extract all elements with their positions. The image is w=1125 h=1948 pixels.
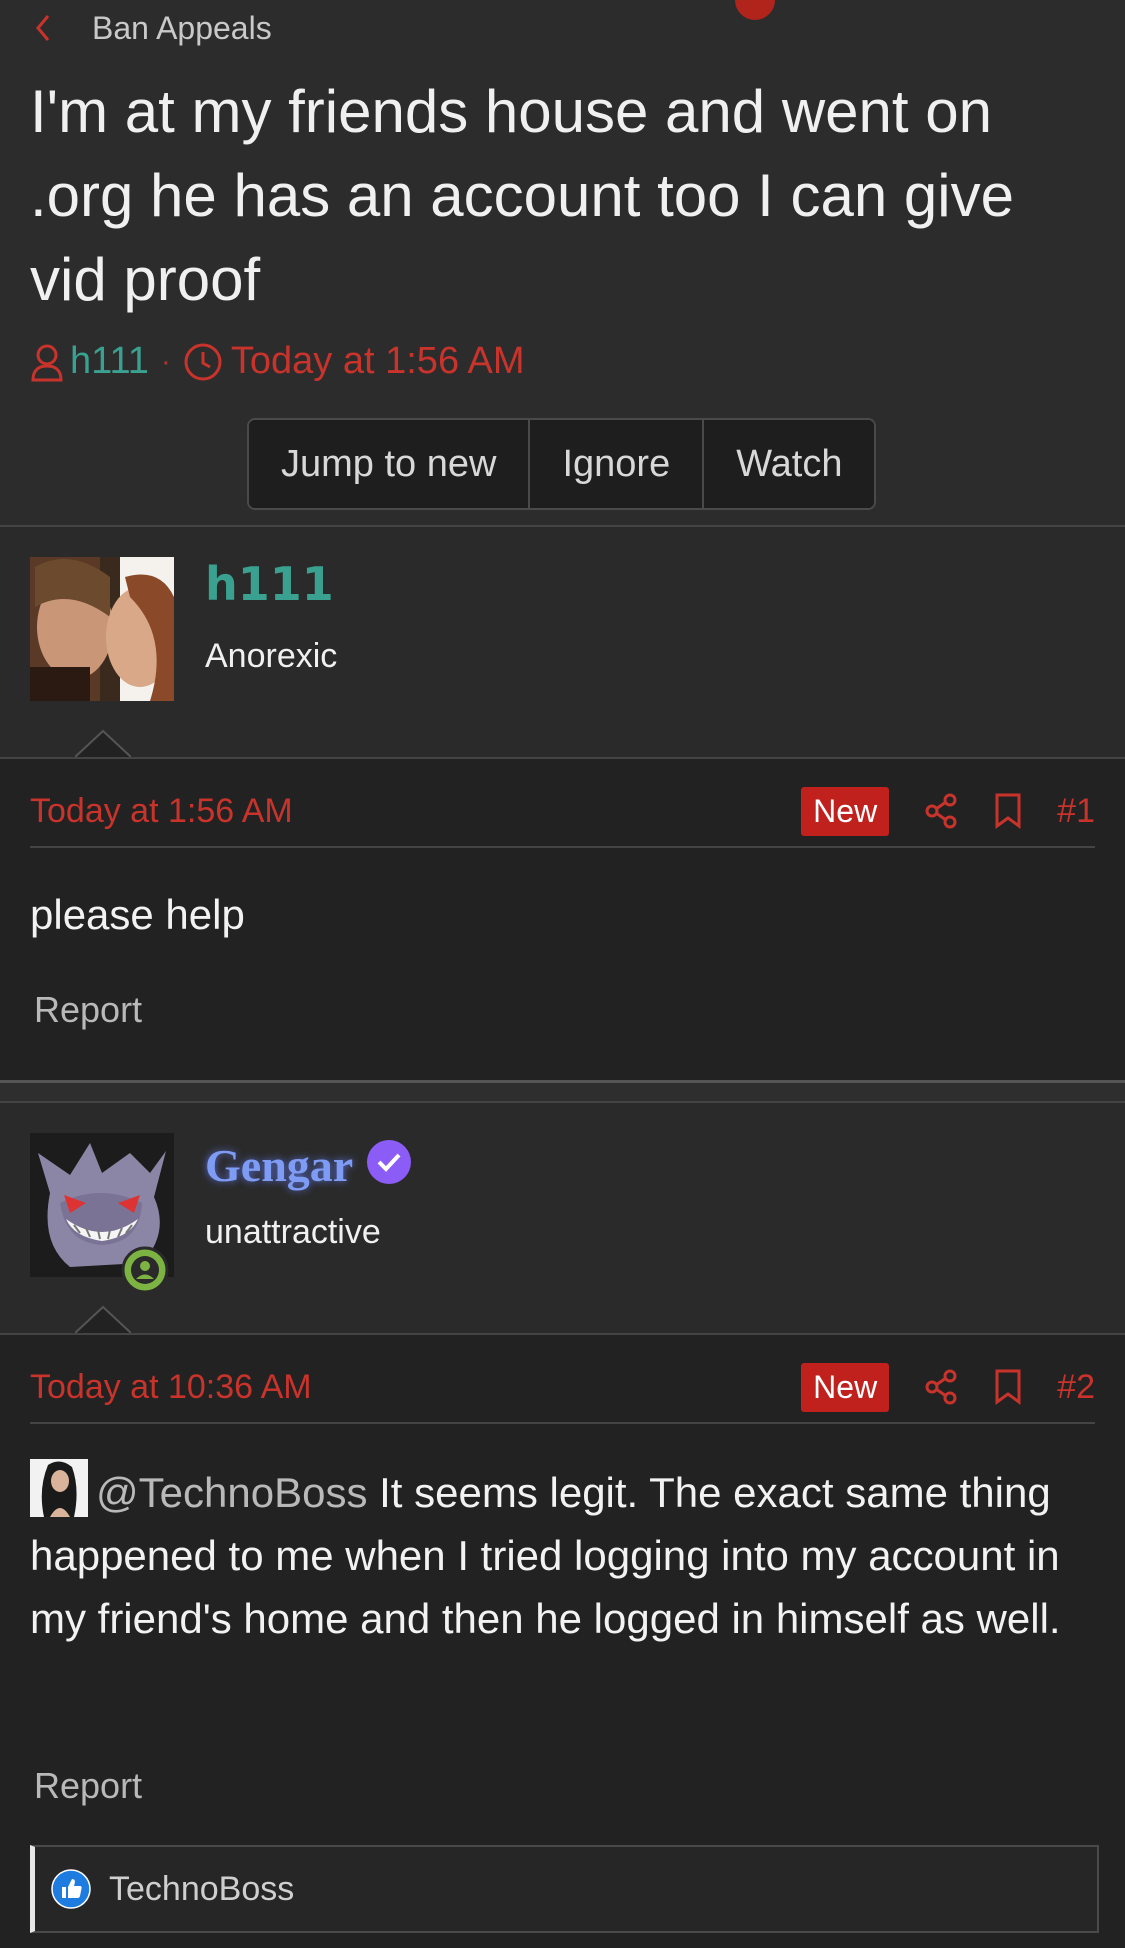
user-icon (31, 344, 63, 381)
username[interactable]: Gengar (205, 1139, 353, 1192)
share-icon[interactable] (923, 1369, 959, 1405)
post-meta: Today at 10:36 AM New #2 (30, 1357, 1095, 1417)
notch (75, 1305, 131, 1333)
bookmark-icon[interactable] (993, 792, 1023, 830)
ignore-button[interactable]: Ignore (530, 420, 705, 508)
meta-separator: · (160, 344, 171, 378)
user-title: unattractive (205, 1213, 381, 1251)
post-gap (0, 1083, 1125, 1101)
post-body: @TechnoBoss It seems legit. The exact sa… (30, 1459, 1100, 1650)
share-icon[interactable] (923, 793, 959, 829)
report-link[interactable]: Report (34, 989, 142, 1031)
post-date[interactable]: Today at 1:56 AM (30, 792, 293, 831)
bookmark-icon[interactable] (993, 1368, 1023, 1406)
new-badge: New (801, 1362, 890, 1412)
jump-to-new-button[interactable]: Jump to new (249, 420, 531, 508)
post-1: Today at 1:56 AM New #1 please help Repo… (0, 759, 1125, 1080)
post-number[interactable]: #1 (1057, 792, 1095, 831)
post-rule (30, 1422, 1095, 1424)
breadcrumb-label[interactable]: Ban Appeals (92, 10, 272, 47)
post-rule (30, 846, 1095, 848)
report-link[interactable]: Report (34, 1765, 142, 1807)
online-status-icon (121, 1246, 169, 1294)
post-1-user-block: h111 Anorexic (0, 527, 1125, 757)
thread-time[interactable]: Today at 1:56 AM (231, 340, 525, 383)
chevron-left-icon[interactable] (30, 8, 54, 48)
user-title: Anorexic (205, 637, 338, 675)
post-2-user-block: Gengar unattractive (0, 1103, 1125, 1333)
post-date[interactable]: Today at 10:36 AM (30, 1368, 312, 1407)
notch (75, 729, 131, 757)
username[interactable]: h111 (205, 557, 334, 611)
post-body: please help (30, 891, 245, 938)
clock-icon (184, 343, 222, 380)
thread-header: Ban Appeals I'm at my friends house and … (0, 0, 1125, 525)
reactions-bar[interactable]: TechnoBoss (30, 1845, 1099, 1933)
verified-badge-icon (367, 1140, 411, 1184)
watch-button[interactable]: Watch (704, 420, 875, 508)
decorative-dot (735, 0, 775, 20)
like-icon (51, 1869, 91, 1909)
thread-actions: Jump to new Ignore Watch (247, 418, 877, 510)
post-number[interactable]: #2 (1057, 1368, 1095, 1407)
post-meta: Today at 1:56 AM New #1 (30, 781, 1095, 841)
new-badge: New (801, 786, 890, 836)
thread-author[interactable]: h111 (70, 340, 149, 383)
reaction-user[interactable]: TechnoBoss (109, 1870, 294, 1909)
mention-link[interactable]: @TechnoBoss (96, 1469, 367, 1516)
breadcrumb[interactable]: Ban Appeals (30, 8, 272, 48)
mention-avatar[interactable] (30, 1459, 88, 1517)
thread-title: I'm at my friends house and went on .org… (30, 78, 1014, 313)
thread-meta: h111 · Today at 1:56 AM (30, 340, 525, 383)
avatar[interactable] (30, 557, 174, 701)
